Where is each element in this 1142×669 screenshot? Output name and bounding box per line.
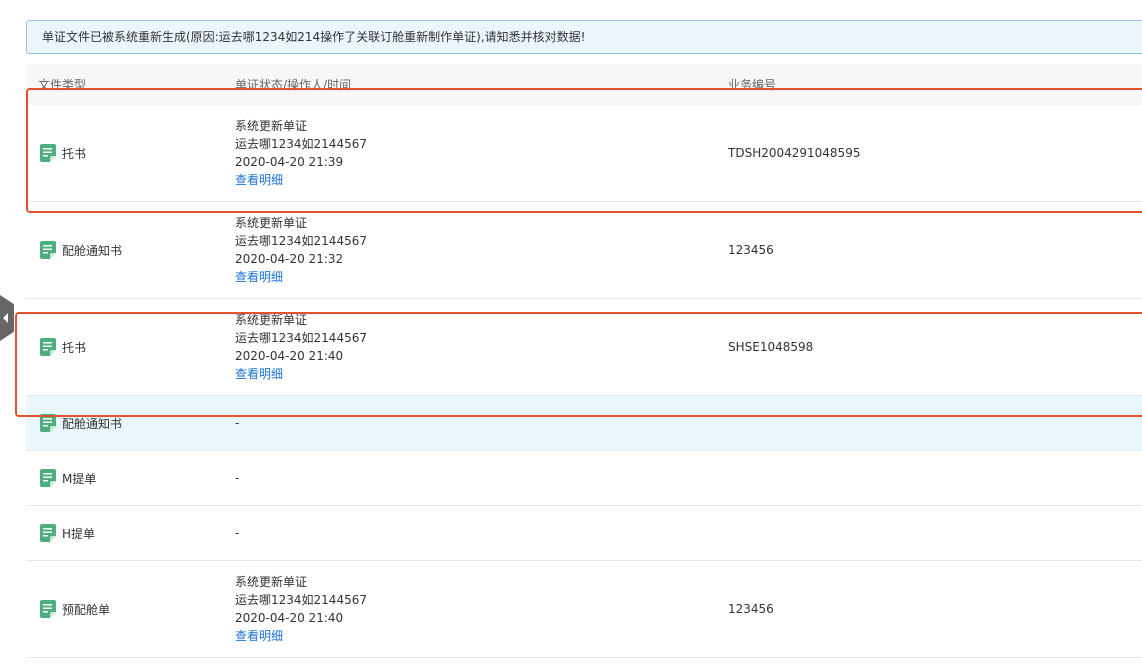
document-icon <box>40 144 56 162</box>
table-row: 预配舱单 系统更新单证 运去哪1234如2144567 2020-04-20 2… <box>26 561 1142 658</box>
view-details-link[interactable]: 查看明细 <box>235 627 367 645</box>
file-type-label: 配舱通知书 <box>62 243 123 258</box>
collapse-sidebar-toggle[interactable] <box>0 295 14 341</box>
document-icon <box>40 524 56 542</box>
view-details-link[interactable]: 查看明细 <box>235 268 367 286</box>
status-cell: 系统更新单证 运去哪1234如2144567 2020-04-20 21:40 … <box>235 561 367 657</box>
file-type-cell: M提单 <box>40 451 96 505</box>
file-type-cell: 托书 <box>40 299 86 395</box>
table-row: 配舱通知书 系统更新单证 运去哪1234如2144567 2020-04-20 … <box>26 202 1142 299</box>
file-type-cell: 配舱通知书 <box>40 396 122 450</box>
notice-banner: 单证文件已被系统重新生成(原因:运去哪1234如214操作了关联订舱重新制作单证… <box>26 20 1142 54</box>
status-cell: - <box>235 416 240 430</box>
time-text: 2020-04-20 21:40 <box>235 611 344 625</box>
document-icon <box>40 469 56 487</box>
business-no-cell: TDSH2004291048595 <box>728 146 861 160</box>
document-table: 文件类型 单证状态/操作人/时间 业务编号 托书 系统更新单证 运去哪1234如… <box>26 64 1142 658</box>
header-file-type: 文件类型 <box>38 78 87 92</box>
time-text: 2020-04-20 21:40 <box>235 349 344 363</box>
document-icon <box>40 600 56 618</box>
caret-left-icon <box>3 313 8 323</box>
file-type-cell: 预配舱单 <box>40 561 110 657</box>
status-cell: 系统更新单证 运去哪1234如2144567 2020-04-20 21:32 … <box>235 202 367 298</box>
operator-text: 运去哪1234如2144567 <box>235 137 367 151</box>
file-type-cell: 托书 <box>40 105 86 201</box>
view-details-link[interactable]: 查看明细 <box>235 365 367 383</box>
business-no-cell: 123456 <box>728 602 774 616</box>
status-cell: - <box>235 471 240 485</box>
document-icon <box>40 241 56 259</box>
status-text: 系统更新单证 <box>235 575 308 589</box>
table-row: 托书 系统更新单证 运去哪1234如2144567 2020-04-20 21:… <box>26 299 1142 396</box>
time-text: 2020-04-20 21:32 <box>235 252 344 266</box>
status-text: 系统更新单证 <box>235 216 308 230</box>
file-type-label: 配舱通知书 <box>62 416 123 431</box>
time-text: 2020-04-20 21:39 <box>235 155 344 169</box>
status-cell: 系统更新单证 运去哪1234如2144567 2020-04-20 21:40 … <box>235 299 367 395</box>
business-no-cell: 123456 <box>728 243 774 257</box>
table-row: 配舱通知书 - <box>26 396 1142 451</box>
header-status: 单证状态/操作人/时间 <box>235 78 352 92</box>
file-type-cell: 配舱通知书 <box>40 202 122 298</box>
operator-text: 运去哪1234如2144567 <box>235 593 367 607</box>
status-text: 系统更新单证 <box>235 313 308 327</box>
business-no-cell: SHSE1048598 <box>728 340 814 354</box>
page: 单证文件已被系统重新生成(原因:运去哪1234如214操作了关联订舱重新制作单证… <box>0 0 1142 669</box>
document-icon <box>40 338 56 356</box>
table-header: 文件类型 单证状态/操作人/时间 业务编号 <box>26 64 1142 105</box>
file-type-label: 预配舱单 <box>62 602 111 617</box>
table-row: H提单 - <box>26 506 1142 561</box>
file-type-label: 托书 <box>62 146 87 161</box>
document-icon <box>40 414 56 432</box>
file-type-label: M提单 <box>62 471 97 486</box>
operator-text: 运去哪1234如2144567 <box>235 331 367 345</box>
file-type-cell: H提单 <box>40 506 95 560</box>
table-row: 托书 系统更新单证 运去哪1234如2144567 2020-04-20 21:… <box>26 105 1142 202</box>
file-type-label: H提单 <box>62 526 96 541</box>
status-text: 系统更新单证 <box>235 119 308 133</box>
operator-text: 运去哪1234如2144567 <box>235 234 367 248</box>
view-details-link[interactable]: 查看明细 <box>235 171 367 189</box>
header-business-no: 业务编号 <box>728 78 777 92</box>
table-row: M提单 - <box>26 451 1142 506</box>
status-cell: - <box>235 526 240 540</box>
status-cell: 系统更新单证 运去哪1234如2144567 2020-04-20 21:39 … <box>235 105 367 201</box>
file-type-label: 托书 <box>62 340 87 355</box>
